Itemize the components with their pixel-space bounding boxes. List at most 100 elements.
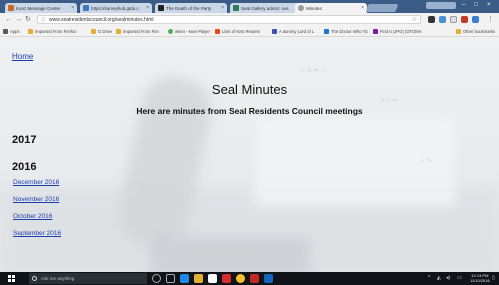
address-bar[interactable]: ⓘ www.sealresidentscouncil.org/sealminut… [37,15,421,24]
close-icon[interactable]: × [361,5,364,11]
bookmark-label: wkmt - New Player [175,29,210,34]
whiteboard-scribble: ~ ∿ ≈ ~ [300,67,326,74]
profile-button[interactable] [426,2,456,9]
extension-icon[interactable] [439,16,446,23]
tab-favicon-icon [233,5,239,11]
file-explorer-icon[interactable] [194,274,203,283]
bookmark-label: Find It (JPG) (OTOMA [380,29,422,34]
bookmark-label: A dummy Lord of L [279,29,315,34]
site-icon [272,29,277,34]
bookmark-star-icon[interactable]: ☆ [412,16,417,24]
minutes-link-october-2016[interactable]: October 2016 [13,213,52,220]
home-link[interactable]: Home [12,52,33,61]
bookmark-label: Lists of Kiss Reuters [222,29,261,34]
bookmark-link[interactable]: A dummy Lord of L [272,28,314,35]
forward-icon[interactable]: → [15,15,22,24]
page-subtitle: Here are minutes from Seal Residents Cou… [136,106,363,116]
bookmark-folder[interactable]: Imported From Fire [116,28,159,35]
close-icon[interactable]: × [221,5,224,11]
close-window-icon[interactable]: × [487,2,491,9]
bookmark-label: Imported From Firefox [35,29,77,34]
bookmark-label: Apps [10,29,20,34]
store-icon[interactable] [208,274,217,283]
taskbar-search-input[interactable]: Ask me anything [29,273,147,284]
browser-toolbar: ← → ↻ ⓘ www.sealresidentscouncil.org/sea… [0,13,499,26]
volume-icon[interactable]: ◂) [446,275,450,281]
tab-title: Seal Gallery admin: ovs [241,5,289,11]
close-icon[interactable]: × [71,5,74,11]
bookmark-link[interactable]: The Doctor Who Tic [324,28,368,35]
folder-icon [28,29,33,34]
page-viewport: ~ ∿ ≈ ~ ∿~ ≈ ~ ∿ Home Seal Minutes Here … [0,37,499,272]
bookmark-link[interactable]: Find It (JPG) (OTOMA [373,28,422,35]
bookmark-other[interactable]: Other bookmarks [456,28,495,35]
folder-icon [91,29,96,34]
new-tab-button[interactable] [365,4,399,12]
extension-icon[interactable] [450,16,457,23]
word-icon[interactable] [264,274,273,283]
tray-chevron-icon[interactable]: ^ [428,275,430,281]
folder-icon [456,29,461,34]
site-icon [324,29,329,34]
tab-seal-gallery[interactable]: Seal Gallery admin: ovs × [230,3,302,13]
site-icon [373,29,378,34]
menu-icon[interactable]: ⋮ [487,15,494,24]
cortana-icon[interactable] [152,274,161,283]
bookmark-folder[interactable]: Imported From Firefox [28,28,76,35]
bookmarks-bar: Apps Imported From Firefox G Drive Impor… [0,26,499,37]
minimize-icon[interactable]: – [462,2,465,9]
tab-strip: Kunz Message Center × https://surveyhub.… [0,0,499,13]
whiteboard-scribble: ∿~ ≈ [380,97,397,104]
site-info-icon[interactable]: ⓘ [41,16,46,23]
chrome-icon[interactable] [236,274,245,283]
bookmark-link[interactable]: wkmt - New Player [168,28,210,35]
notifications-icon[interactable]: ▯ [492,275,495,281]
bookmark-label: G Drive [98,29,113,34]
site-icon [168,29,173,34]
maximize-icon[interactable]: □ [474,2,478,9]
tab-favicon-icon [158,5,164,11]
windows-start-icon[interactable] [8,275,15,282]
tab-death-of-party[interactable]: The Death of the Party × [155,3,227,13]
clock-date: 11/10/2016 [470,278,490,283]
close-icon[interactable]: × [146,5,149,11]
taskbar-clock[interactable]: 12:13 PM 11/10/2016 [470,273,490,283]
tab-favicon-icon [83,5,89,11]
apps-icon [3,29,8,34]
minutes-link-september-2016[interactable]: September 2016 [13,230,61,237]
background-photo [150,237,310,272]
app-icon[interactable] [222,274,231,283]
year-heading-2016: 2016 [12,161,37,173]
back-icon[interactable]: ← [5,15,12,24]
reload-icon[interactable]: ↻ [25,15,31,24]
bookmark-folder[interactable]: G Drive [91,28,112,35]
url-text: www.sealresidentscouncil.org/sealminutes… [49,16,154,23]
bookmark-label: Imported From Fire [123,29,159,34]
battery-icon[interactable]: ▭ [457,275,462,281]
tab-favicon-icon [298,5,304,11]
bookmark-label: The Doctor Who Tic [331,29,369,34]
tab-favicon-icon [8,5,14,11]
tab-message-center[interactable]: Kunz Message Center × [5,3,77,13]
whiteboard-scribble: ~ ∿ [420,157,432,164]
extension-icon[interactable] [461,16,468,23]
tab-survey[interactable]: https://surveyhub.gtdu.c × [80,3,152,13]
tab-title: The Death of the Party [166,5,212,11]
edge-icon[interactable] [180,274,189,283]
extension-icon[interactable] [428,16,435,23]
tab-minutes[interactable]: Minutes × [295,3,367,13]
bookmark-apps[interactable]: Apps [3,28,20,35]
minutes-link-november-2016[interactable]: November 2016 [13,196,59,203]
minutes-link-december-2016[interactable]: December 2016 [13,179,59,186]
bookmark-label: Other bookmarks [463,29,496,34]
search-placeholder: Ask me anything [41,276,75,281]
extension-icon[interactable] [472,16,479,23]
bookmark-link[interactable]: Lists of Kiss Reuters [215,28,260,35]
app-icon[interactable] [250,274,259,283]
network-icon[interactable]: ◭ [437,275,441,281]
tab-title: Kunz Message Center [16,5,61,11]
task-view-icon[interactable] [166,274,175,283]
page-title: Seal Minutes [211,82,288,97]
folder-icon [116,29,121,34]
tab-title: https://surveyhub.gtdu.c [91,5,139,11]
